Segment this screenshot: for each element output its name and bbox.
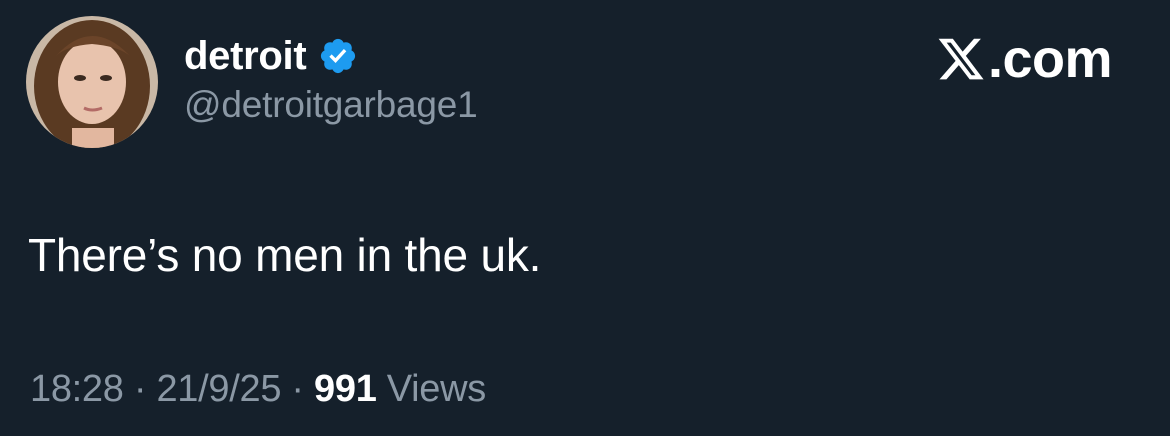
views-count: 991 bbox=[314, 368, 377, 410]
avatar[interactable] bbox=[26, 16, 158, 148]
x-logo-icon bbox=[936, 34, 986, 84]
tweet-time[interactable]: 18:28 bbox=[30, 368, 124, 410]
meta-separator: · bbox=[123, 368, 157, 410]
tweet-meta: 18:28 · 21/9/25 · 991 Views bbox=[30, 368, 486, 411]
tweet-card: detroit @detroitgarbage1 .com There’s no… bbox=[0, 0, 1170, 436]
views-label: Views bbox=[376, 368, 486, 410]
brand-logo: .com bbox=[936, 28, 1113, 90]
display-name[interactable]: detroit bbox=[184, 34, 307, 79]
user-handle[interactable]: @detroitgarbage1 bbox=[184, 84, 478, 126]
verified-badge-icon bbox=[318, 36, 358, 76]
user-name-row: detroit bbox=[184, 28, 358, 84]
brand-domain: .com bbox=[987, 29, 1113, 89]
avatar-photo bbox=[26, 16, 158, 148]
tweet-text: There’s no men in the uk. bbox=[28, 229, 542, 281]
tweet-date[interactable]: 21/9/25 bbox=[156, 368, 281, 410]
meta-separator: · bbox=[281, 368, 315, 410]
